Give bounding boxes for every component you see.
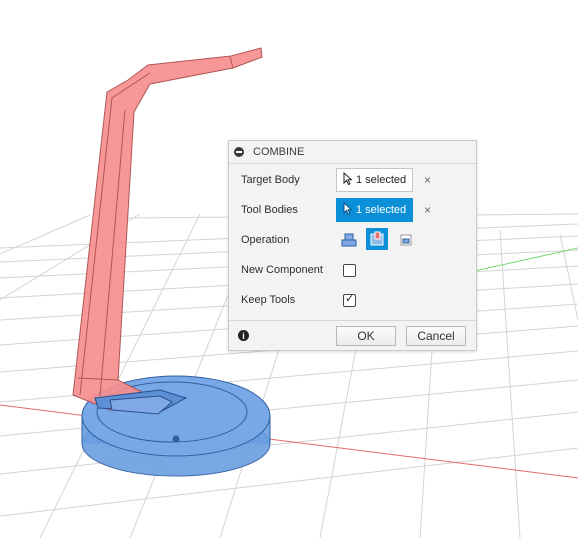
pointer-icon (343, 201, 353, 218)
tool-bodies-selector[interactable]: 1 selected (336, 198, 413, 222)
operation-label: Operation (241, 234, 290, 246)
tool-bodies-row: Tool Bodies 1 selected × (229, 197, 476, 223)
operation-row: Operation (229, 227, 476, 253)
cut-icon[interactable] (366, 228, 388, 250)
join-icon[interactable] (340, 231, 358, 249)
clear-tools-icon[interactable]: × (424, 203, 431, 217)
intersect-icon[interactable] (397, 231, 415, 249)
keep-tools-row: Keep Tools ✓ (229, 287, 476, 313)
new-component-label: New Component (241, 264, 323, 276)
dialog-title: COMBINE (253, 146, 305, 158)
new-component-checkbox[interactable] (343, 264, 356, 277)
cancel-button[interactable]: Cancel (406, 326, 466, 346)
dialog-header[interactable]: COMBINE (229, 141, 476, 164)
tool-bodies-label: Tool Bodies (241, 204, 298, 216)
info-icon[interactable]: i (238, 330, 249, 341)
target-body-label: Target Body (241, 174, 300, 186)
clear-target-icon[interactable]: × (424, 173, 431, 187)
keep-tools-checkbox[interactable]: ✓ (343, 293, 356, 307)
dialog-footer: i OK Cancel (229, 320, 476, 351)
target-body-selector[interactable]: 1 selected (336, 168, 413, 192)
combine-dialog: COMBINE Target Body 1 selected × Tool Bo… (228, 140, 477, 351)
collapse-icon[interactable] (234, 147, 244, 157)
keep-tools-label: Keep Tools (241, 294, 296, 306)
ok-button[interactable]: OK (336, 326, 396, 346)
new-component-row: New Component (229, 257, 476, 283)
target-body-row: Target Body 1 selected × (229, 167, 476, 193)
target-body-value: 1 selected (356, 174, 407, 186)
pointer-icon (343, 171, 353, 188)
checkmark-icon: ✓ (345, 293, 355, 305)
tool-bodies-value: 1 selected (356, 204, 407, 216)
y-axis-line (469, 247, 578, 273)
